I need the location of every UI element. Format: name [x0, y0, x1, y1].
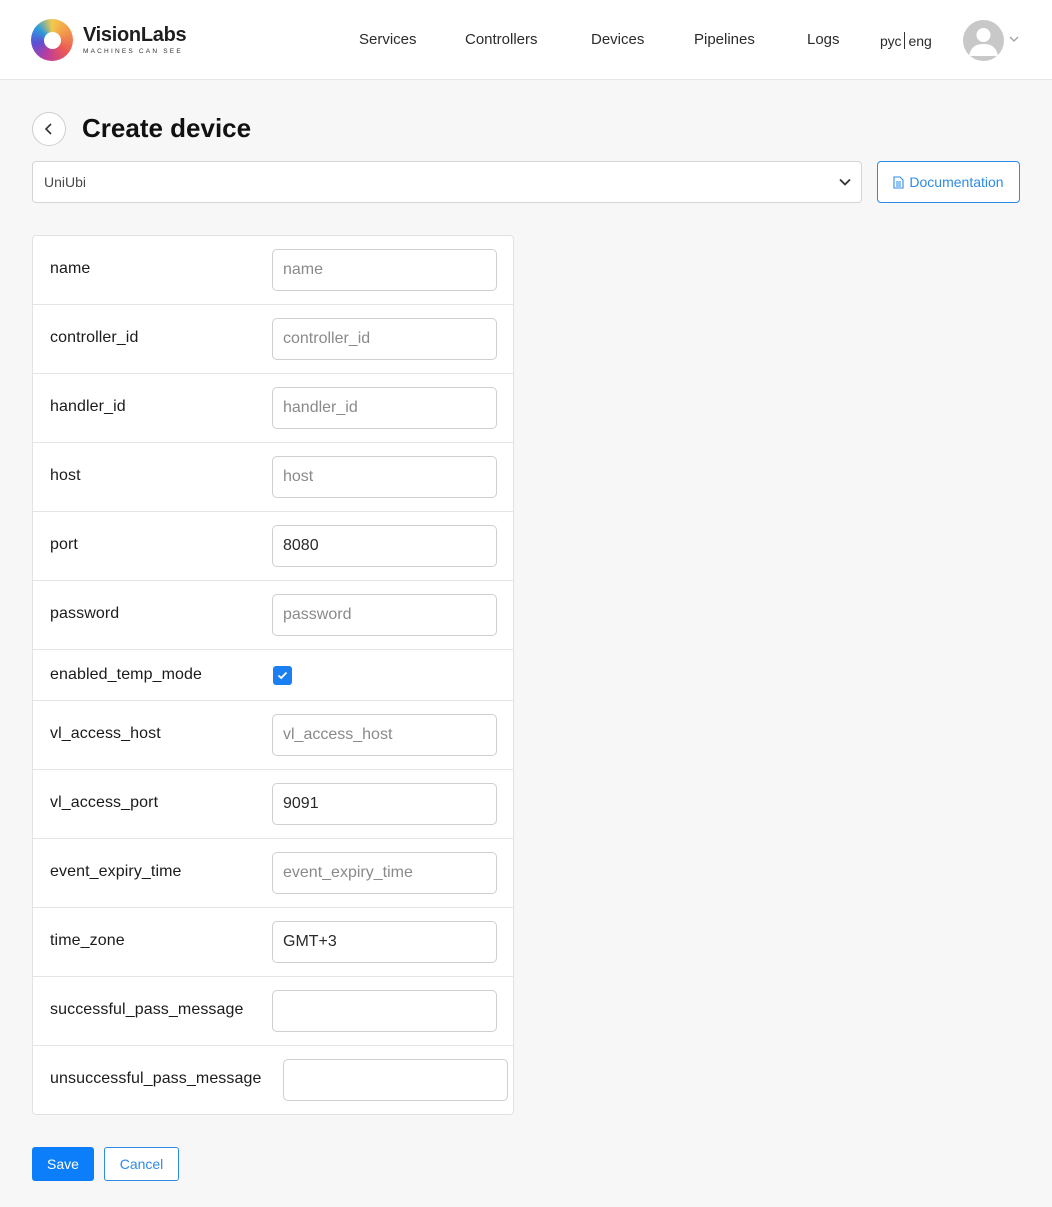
avatar[interactable]: [963, 20, 1004, 61]
brand-tagline: MACHINES CAN SEE: [83, 48, 183, 55]
name-input[interactable]: [272, 249, 497, 291]
password-input[interactable]: [272, 594, 497, 636]
documentation-button[interactable]: Documentation: [877, 161, 1020, 203]
cancel-button[interactable]: Cancel: [104, 1147, 179, 1181]
unsuccessful-pass-message-input[interactable]: [283, 1059, 508, 1101]
field-label: host: [50, 467, 81, 484]
lang-divider: [904, 32, 906, 49]
field-label: successful_pass_message: [50, 1001, 244, 1018]
language-switcher: рус eng: [880, 32, 932, 49]
form-row-vl-access-port: vl_access_port: [33, 770, 513, 839]
user-icon: [969, 28, 998, 56]
top-navbar: VisionLabs MACHINES CAN SEE Services Con…: [0, 0, 1052, 80]
chevron-down-icon: [839, 178, 851, 186]
lang-en[interactable]: eng: [908, 33, 931, 49]
logo-icon: [31, 19, 73, 61]
chevron-down-icon[interactable]: [1009, 33, 1019, 45]
field-label: port: [50, 536, 78, 553]
save-button[interactable]: Save: [32, 1147, 94, 1181]
form-row-event-expiry-time: event_expiry_time: [33, 839, 513, 908]
form-row-enabled-temp-mode: enabled_temp_mode: [33, 650, 513, 701]
nav-pipelines[interactable]: Pipelines: [694, 31, 755, 48]
field-label: controller_id: [50, 329, 139, 346]
vl-access-host-input[interactable]: [272, 714, 497, 756]
controller-id-input[interactable]: [272, 318, 497, 360]
enabled-temp-mode-checkbox[interactable]: [273, 666, 292, 685]
host-input[interactable]: [272, 456, 497, 498]
nav-devices[interactable]: Devices: [591, 31, 644, 48]
nav-controllers[interactable]: Controllers: [465, 31, 538, 48]
chevron-left-icon: [44, 123, 52, 135]
field-label: unsuccessful_pass_message: [50, 1070, 262, 1087]
device-form: name controller_id handler_id host port …: [32, 235, 514, 1115]
back-button[interactable]: [32, 112, 66, 146]
form-row-unsuccessful-pass-message: unsuccessful_pass_message: [33, 1046, 513, 1115]
page-title: Create device: [82, 113, 252, 143]
handler-id-input[interactable]: [272, 387, 497, 429]
field-label: name: [50, 260, 91, 277]
form-row-port: port: [33, 512, 513, 581]
form-row-successful-pass-message: successful_pass_message: [33, 977, 513, 1046]
port-input[interactable]: [272, 525, 497, 567]
documentation-label: Documentation: [909, 174, 1004, 190]
successful-pass-message-input[interactable]: [272, 990, 497, 1032]
form-row-name: name: [33, 236, 513, 305]
field-label: password: [50, 605, 120, 622]
event-expiry-time-input[interactable]: [272, 852, 497, 894]
field-label: vl_access_port: [50, 794, 159, 811]
nav-services[interactable]: Services: [359, 31, 417, 48]
form-row-host: host: [33, 443, 513, 512]
vl-access-port-input[interactable]: [272, 783, 497, 825]
field-label: enabled_temp_mode: [50, 666, 203, 683]
checkmark-icon: [277, 671, 288, 680]
logo[interactable]: VisionLabs MACHINES CAN SEE: [31, 19, 187, 61]
time-zone-input[interactable]: [272, 921, 497, 963]
field-label: event_expiry_time: [50, 863, 182, 880]
device-type-value: UniUbi: [44, 174, 87, 190]
document-icon: [893, 175, 904, 189]
field-label: time_zone: [50, 932, 125, 949]
field-label: handler_id: [50, 398, 126, 415]
form-row-time-zone: time_zone: [33, 908, 513, 977]
nav-logs[interactable]: Logs: [807, 31, 840, 48]
form-row-controller-id: controller_id: [33, 305, 513, 374]
field-label: vl_access_host: [50, 725, 161, 742]
form-row-vl-access-host: vl_access_host: [33, 701, 513, 770]
lang-ru[interactable]: рус: [880, 33, 901, 49]
form-row-handler-id: handler_id: [33, 374, 513, 443]
brand-name: VisionLabs: [83, 24, 187, 46]
device-type-select[interactable]: UniUbi: [32, 161, 862, 203]
form-row-password: password: [33, 581, 513, 650]
